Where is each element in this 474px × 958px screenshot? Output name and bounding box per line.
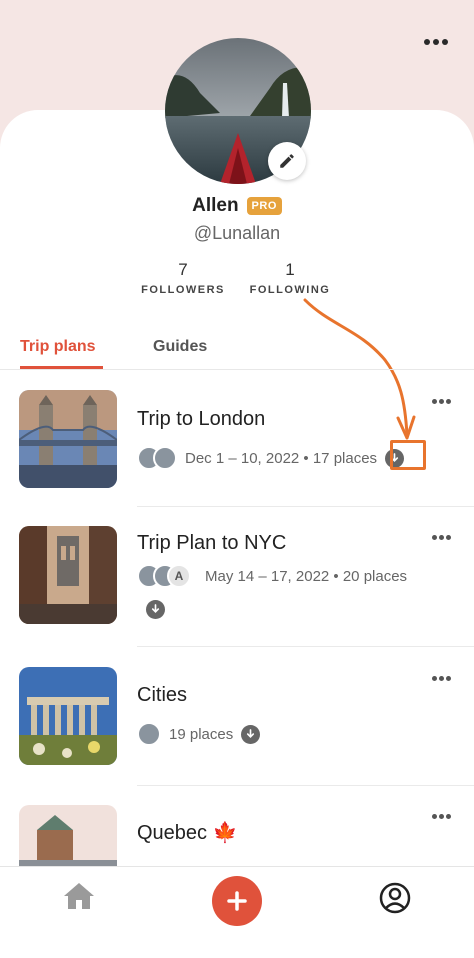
tab-trip-plans[interactable]: Trip plans (20, 338, 96, 356)
trip-places: 19 places (169, 725, 234, 743)
plus-icon (227, 891, 247, 911)
download-icon[interactable] (241, 724, 261, 744)
divider (137, 785, 474, 786)
trip-more-icon[interactable] (430, 531, 452, 543)
trip-more-icon[interactable] (430, 395, 452, 407)
trip-more-icon[interactable] (430, 672, 452, 684)
trip-thumbnail[interactable] (19, 667, 117, 765)
active-tab-indicator (20, 366, 103, 369)
trip-meta: A May 14 – 17, 2022 • 20 places (137, 564, 407, 588)
tab-guides[interactable]: Guides (153, 338, 207, 356)
bottom-navigation (0, 866, 474, 958)
profile-tabs: Trip plans Guides (0, 330, 474, 370)
avatar (137, 722, 161, 746)
divider (137, 646, 474, 647)
trip-thumbnail[interactable] (19, 526, 117, 624)
add-trip-button[interactable] (212, 876, 262, 926)
avatar (153, 446, 177, 470)
trip-title[interactable]: Cities (137, 684, 187, 707)
divider (137, 506, 474, 507)
trip-meta: 19 places (137, 722, 261, 746)
trip-title[interactable]: Trip Plan to NYC (137, 532, 286, 555)
trip-more-icon[interactable] (430, 810, 452, 822)
trip-thumbnail[interactable] (19, 390, 117, 488)
avatar: A (167, 564, 191, 588)
trip-title[interactable]: Quebec 🍁 (137, 820, 238, 845)
profile-icon[interactable] (378, 881, 412, 920)
download-icon[interactable] (146, 600, 165, 619)
collaborator-avatars (137, 722, 161, 746)
trip-dates-places: Dec 1 – 10, 2022 • 17 places (185, 449, 378, 467)
home-icon[interactable] (62, 881, 96, 916)
collaborator-avatars (137, 446, 177, 470)
trip-meta: Dec 1 – 10, 2022 • 17 places (137, 446, 405, 470)
collaborator-avatars: A (137, 564, 191, 588)
trip-dates-places: May 14 – 17, 2022 • 20 places (205, 567, 408, 585)
trip-title[interactable]: Trip to London (137, 408, 265, 431)
annotation-highlight-box (390, 440, 426, 470)
